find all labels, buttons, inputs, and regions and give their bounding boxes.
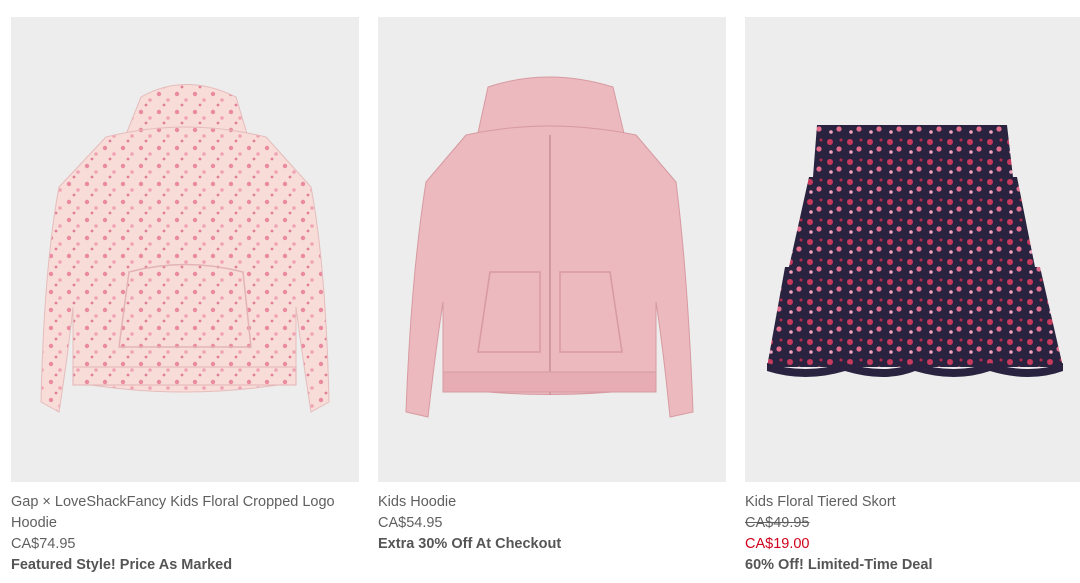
product-card[interactable]: Kids Floral Tiered Skort CA$49.95 CA$19.… xyxy=(745,0,1080,576)
product-image-floral-skort[interactable] xyxy=(745,17,1080,482)
product-price: CA$74.95 xyxy=(11,536,76,552)
product-image-floral-hoodie[interactable] xyxy=(11,17,359,482)
product-title[interactable]: Kids Floral Tiered Skort xyxy=(745,492,1080,513)
navy-floral-skort-image xyxy=(767,125,1063,377)
product-grid: Gap × LoveShackFancy Kids Floral Cropped… xyxy=(0,0,1080,583)
pink-floral-hoodie-image xyxy=(40,84,330,413)
product-title[interactable]: Gap × LoveShackFancy Kids Floral Cropped… xyxy=(11,492,359,534)
pink-zip-hoodie-image xyxy=(405,76,694,418)
product-card[interactable]: Kids Hoodie CA$54.95 Extra 30% Off At Ch… xyxy=(378,0,726,555)
promo-text: 60% Off! Limited-Time Deal xyxy=(745,557,933,573)
promo-text: Extra 30% Off At Checkout xyxy=(378,536,562,552)
product-price: CA$54.95 xyxy=(378,515,443,531)
sale-price: CA$19.00 xyxy=(745,536,810,552)
product-card[interactable]: Gap × LoveShackFancy Kids Floral Cropped… xyxy=(11,0,359,576)
promo-text: Featured Style! Price As Marked xyxy=(11,557,233,573)
product-title[interactable]: Kids Hoodie xyxy=(378,492,726,513)
original-price: CA$49.95 xyxy=(745,515,810,531)
product-image-zip-hoodie[interactable] xyxy=(378,17,726,482)
